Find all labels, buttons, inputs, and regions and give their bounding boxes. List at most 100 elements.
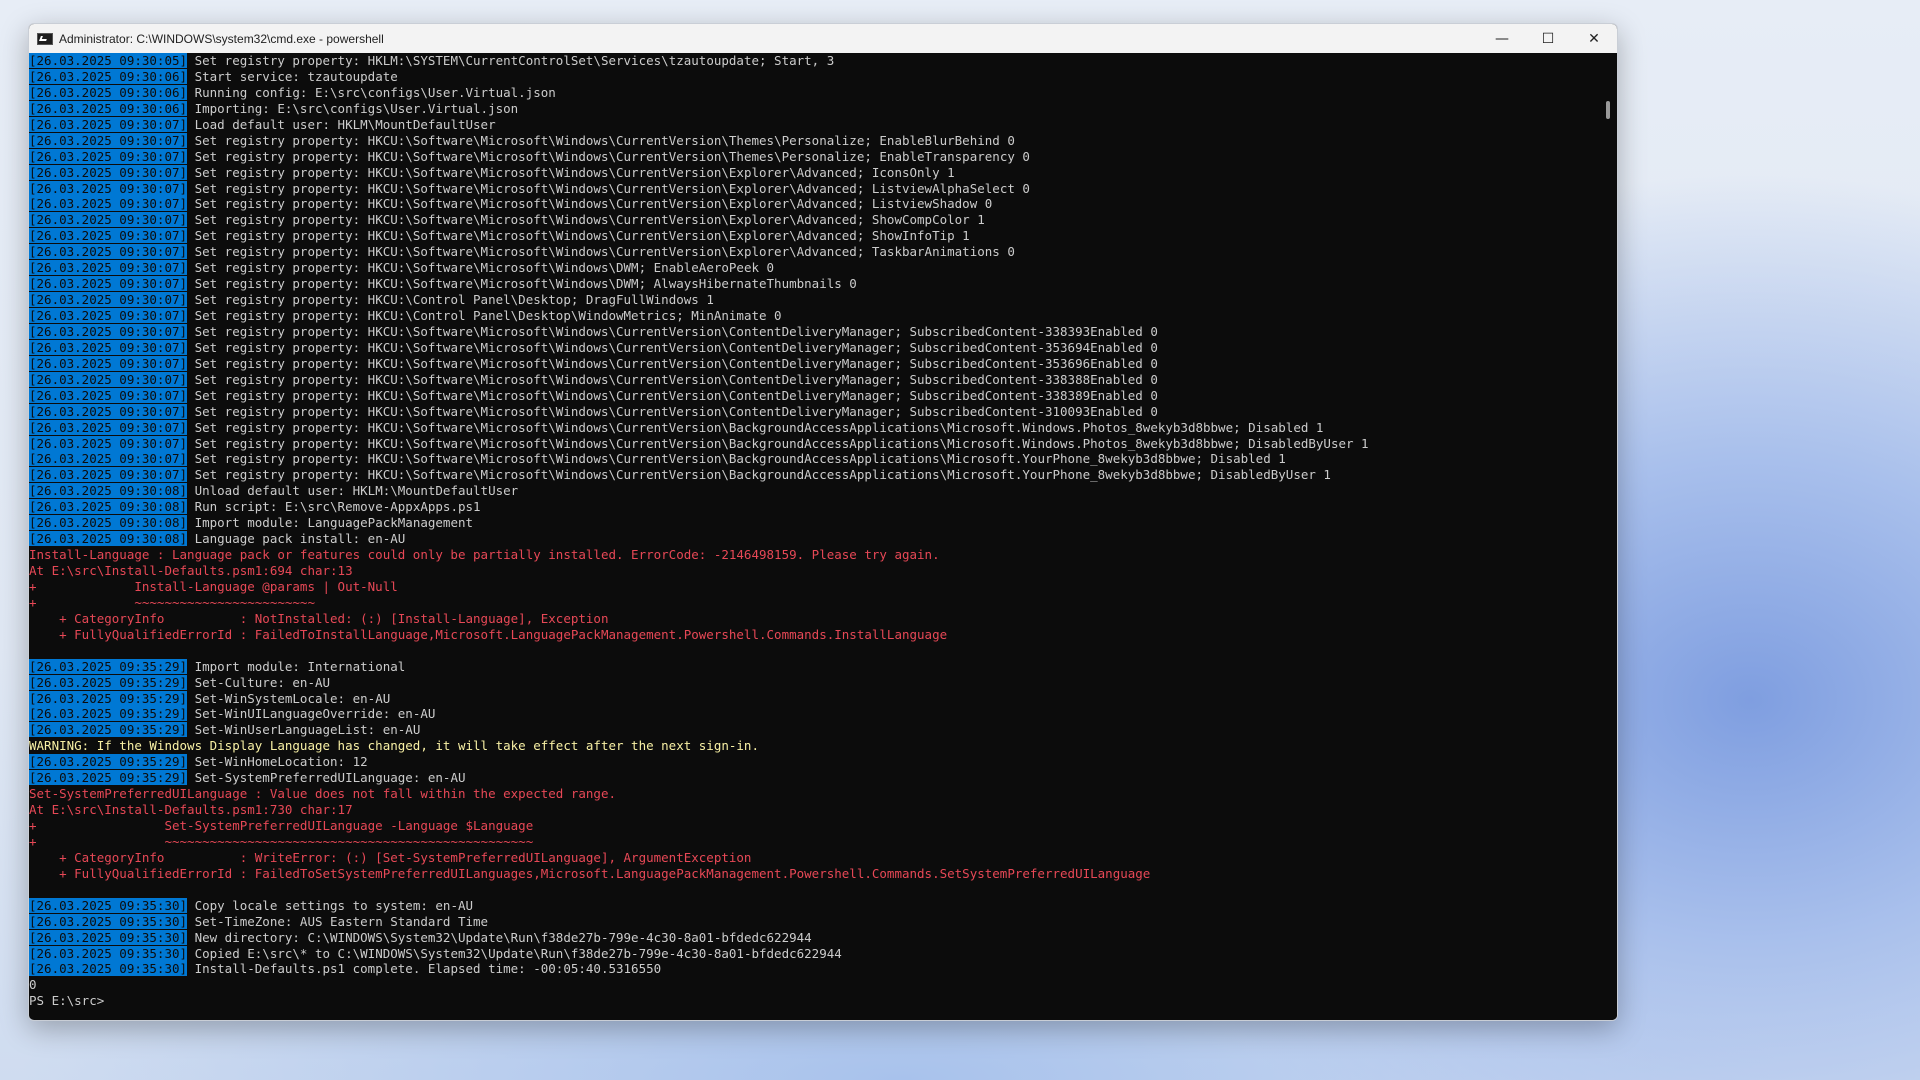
console-line: At E:\src\Install-Defaults.psm1:694 char… bbox=[29, 563, 1599, 579]
console-line: [26.03.2025 09:30:07] Set registry prope… bbox=[29, 355, 1599, 372]
error-text: + CategoryInfo : NotInstalled: (:) [Inst… bbox=[29, 610, 609, 626]
log-timestamp: [26.03.2025 09:30:07] bbox=[29, 276, 188, 292]
log-text: Set registry property: HKCU:\Software\Mi… bbox=[187, 132, 1015, 148]
error-text: + Set-SystemPreferredUILanguage -Languag… bbox=[29, 818, 534, 833]
log-timestamp: [26.03.2025 09:30:07] bbox=[29, 244, 188, 260]
log-timestamp: [26.03.2025 09:30:07] bbox=[29, 164, 188, 180]
error-text: + ~~~~~~~~~~~~~~~~~~~~~~~~ bbox=[29, 594, 315, 610]
log-text: Set registry property: HKCU:\Software\Mi… bbox=[187, 371, 1158, 387]
console-line: [26.03.2025 09:30:07] Set registry prope… bbox=[29, 451, 1599, 467]
console-line: [26.03.2025 09:30:07] Set registry prope… bbox=[29, 339, 1599, 356]
vertical-scrollbar[interactable] bbox=[1599, 53, 1617, 1020]
error-text: Install-Language : Language pack or feat… bbox=[29, 547, 940, 563]
log-timestamp: [26.03.2025 09:30:07] bbox=[29, 116, 188, 132]
log-text: Set registry property: HKCU:\Software\Mi… bbox=[187, 196, 993, 212]
warning-text: WARNING: If the Windows Display Language… bbox=[29, 738, 759, 754]
log-text: Unload default user: HKLM:\MountDefaultU… bbox=[187, 483, 519, 499]
console-line: [26.03.2025 09:30:07] Set registry prope… bbox=[29, 435, 1599, 452]
log-text: Set-Culture: en-AU bbox=[187, 674, 331, 690]
log-text: New directory: C:\WINDOWS\System32\Updat… bbox=[187, 929, 812, 945]
console-line: [26.03.2025 09:30:06] Running config: E:… bbox=[29, 84, 1599, 101]
console-line: At E:\src\Install-Defaults.psm1:730 char… bbox=[29, 802, 1599, 818]
log-text: Set registry property: HKCU:\Software\Mi… bbox=[187, 164, 955, 180]
console-line: + FullyQualifiedErrorId : FailedToSetSys… bbox=[29, 866, 1599, 882]
window-title: Administrator: C:\WINDOWS\system32\cmd.e… bbox=[59, 31, 384, 46]
log-timestamp: [26.03.2025 09:30:07] bbox=[29, 228, 188, 244]
maximize-button[interactable]: ☐ bbox=[1525, 24, 1571, 53]
console-line: [26.03.2025 09:30:07] Set registry prope… bbox=[29, 228, 1599, 244]
error-text: + Install-Language @params | Out-Null bbox=[29, 578, 398, 594]
log-timestamp: [26.03.2025 09:30:08] bbox=[29, 499, 188, 515]
log-timestamp: [26.03.2025 09:35:30] bbox=[29, 929, 188, 945]
log-text: Set registry property: HKCU:\Software\Mi… bbox=[187, 451, 1286, 467]
log-timestamp: [26.03.2025 09:35:29] bbox=[29, 722, 188, 738]
log-timestamp: [26.03.2025 09:30:06] bbox=[29, 100, 188, 116]
close-button[interactable]: ✕ bbox=[1571, 24, 1617, 53]
console-line: 0 bbox=[29, 977, 1599, 993]
console-line: + Install-Language @params | Out-Null bbox=[29, 579, 1599, 595]
log-timestamp: [26.03.2025 09:35:30] bbox=[29, 961, 188, 977]
log-timestamp: [26.03.2025 09:30:07] bbox=[29, 339, 188, 355]
log-timestamp: [26.03.2025 09:35:29] bbox=[29, 674, 188, 690]
log-text: Set registry property: HKCU:\Software\Mi… bbox=[187, 276, 857, 292]
error-text: + ~~~~~~~~~~~~~~~~~~~~~~~~~~~~~~~~~~~~~~… bbox=[29, 833, 534, 849]
console-output[interactable]: [26.03.2025 09:30:05] Set registry prope… bbox=[29, 53, 1599, 1020]
scrollbar-thumb[interactable] bbox=[1606, 101, 1610, 119]
title-bar[interactable]: Administrator: C:\WINDOWS\system32\cmd.e… bbox=[29, 24, 1617, 53]
log-text: Set registry property: HKCU:\Software\Mi… bbox=[187, 323, 1158, 339]
log-text: Set registry property: HKCU:\Control Pan… bbox=[187, 308, 782, 323]
log-text: Set registry property: HKLM:\SYSTEM\Curr… bbox=[187, 53, 835, 68]
log-text: Copy locale settings to system: en-AU bbox=[187, 897, 474, 913]
log-text: Load default user: HKLM\MountDefaultUser bbox=[187, 116, 496, 132]
minimize-button[interactable]: — bbox=[1479, 24, 1525, 53]
console-line: [26.03.2025 09:30:08] Run script: E:\src… bbox=[29, 499, 1599, 515]
log-text: Set registry property: HKCU:\Software\Mi… bbox=[187, 260, 775, 276]
console-line: [26.03.2025 09:35:29] Set-WinUILanguageO… bbox=[29, 706, 1599, 722]
terminal-window: Administrator: C:\WINDOWS\system32\cmd.e… bbox=[28, 23, 1618, 1021]
log-timestamp: [26.03.2025 09:30:07] bbox=[29, 451, 188, 467]
log-timestamp: [26.03.2025 09:30:08] bbox=[29, 531, 188, 547]
console-line: [26.03.2025 09:35:30] Copied E:\src\* to… bbox=[29, 945, 1599, 962]
log-timestamp: [26.03.2025 09:35:29] bbox=[29, 754, 188, 770]
log-text: Running config: E:\src\configs\User.Virt… bbox=[187, 84, 556, 100]
console-line: [26.03.2025 09:35:30] Set-TimeZone: AUS … bbox=[29, 913, 1599, 930]
log-timestamp: [26.03.2025 09:30:07] bbox=[29, 387, 188, 403]
console-line: [26.03.2025 09:30:07] Set registry prope… bbox=[29, 196, 1599, 212]
log-text: Set registry property: HKCU:\Control Pan… bbox=[187, 292, 714, 308]
log-text: Start service: tzautoupdate bbox=[187, 68, 398, 84]
log-timestamp: [26.03.2025 09:35:29] bbox=[29, 658, 188, 674]
log-timestamp: [26.03.2025 09:30:05] bbox=[29, 53, 188, 68]
console-line: [26.03.2025 09:30:07] Set registry prope… bbox=[29, 276, 1599, 292]
log-timestamp: [26.03.2025 09:35:30] bbox=[29, 913, 188, 929]
log-text: Set-WinUILanguageOverride: en-AU bbox=[187, 706, 436, 722]
log-text: Set registry property: HKCU:\Software\Mi… bbox=[187, 180, 1030, 196]
log-timestamp: [26.03.2025 09:30:07] bbox=[29, 308, 188, 323]
log-text: Set-TimeZone: AUS Eastern Standard Time bbox=[187, 913, 489, 929]
log-text: Set-WinSystemLocale: en-AU bbox=[187, 690, 391, 706]
log-timestamp: [26.03.2025 09:35:30] bbox=[29, 897, 188, 913]
log-text: Import module: LanguagePackManagement bbox=[187, 515, 474, 531]
log-timestamp: [26.03.2025 09:35:29] bbox=[29, 690, 188, 706]
log-timestamp: [26.03.2025 09:30:07] bbox=[29, 212, 188, 228]
console-line: [26.03.2025 09:30:07] Set registry prope… bbox=[29, 387, 1599, 404]
log-text: Set registry property: HKCU:\Software\Mi… bbox=[187, 403, 1158, 419]
log-timestamp: [26.03.2025 09:30:07] bbox=[29, 132, 188, 148]
log-text: Importing: E:\src\configs\User.Virtual.j… bbox=[187, 100, 519, 116]
console-line: + ~~~~~~~~~~~~~~~~~~~~~~~~~~~~~~~~~~~~~~… bbox=[29, 834, 1599, 850]
log-timestamp: [26.03.2025 09:30:07] bbox=[29, 260, 188, 276]
error-text: Set-SystemPreferredUILanguage : Value do… bbox=[29, 786, 616, 802]
console-line: + FullyQualifiedErrorId : FailedToInstal… bbox=[29, 627, 1599, 643]
log-timestamp: [26.03.2025 09:30:08] bbox=[29, 515, 188, 531]
log-timestamp: [26.03.2025 09:30:07] bbox=[29, 323, 188, 339]
log-text: Install-Defaults.ps1 complete. Elapsed t… bbox=[187, 961, 662, 977]
console-line: [26.03.2025 09:30:07] Set registry prope… bbox=[29, 260, 1599, 276]
console-line: [26.03.2025 09:30:07] Set registry prope… bbox=[29, 323, 1599, 340]
log-timestamp: [26.03.2025 09:35:29] bbox=[29, 770, 188, 786]
console-line: [26.03.2025 09:35:29] Set-SystemPreferre… bbox=[29, 770, 1599, 786]
log-text: PS E:\src> bbox=[29, 993, 112, 1009]
log-timestamp: [26.03.2025 09:30:07] bbox=[29, 403, 188, 419]
console-line: WARNING: If the Windows Display Language… bbox=[29, 738, 1599, 754]
log-timestamp: [26.03.2025 09:30:07] bbox=[29, 371, 188, 387]
